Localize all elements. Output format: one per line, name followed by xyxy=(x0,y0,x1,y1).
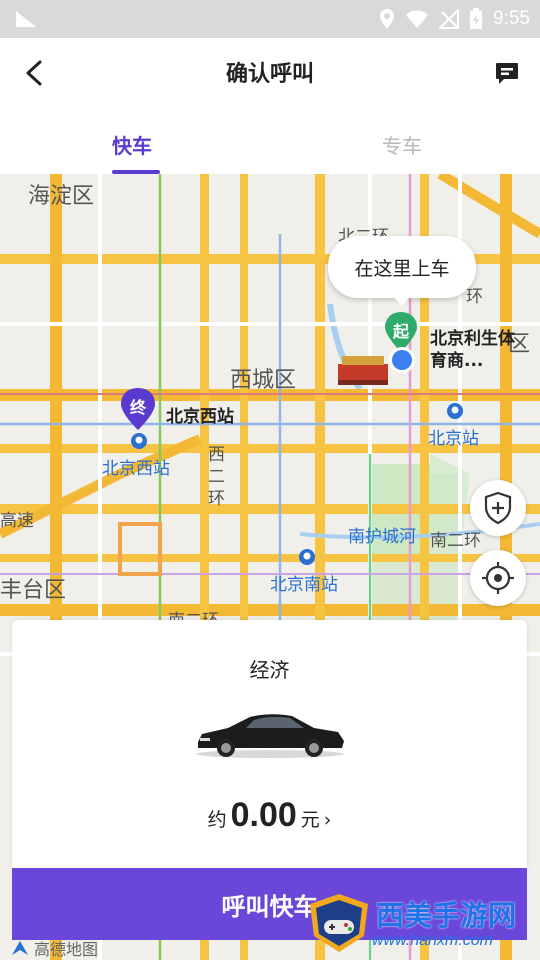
app-notification-icon xyxy=(16,11,36,27)
shield-plus-icon xyxy=(484,491,512,525)
site-watermark: 西美手游网 www.hanxm.com xyxy=(306,892,532,956)
map-provider-text: 高德地图 xyxy=(34,940,99,959)
price-prefix: 约 xyxy=(207,809,227,831)
price-value: 0.00 xyxy=(230,796,297,834)
map-district-label: 西城区 xyxy=(230,368,297,393)
locate-me-button[interactable] xyxy=(470,550,526,606)
crosshair-icon xyxy=(482,562,514,594)
sedan-car-icon xyxy=(196,714,344,758)
map-district-label: 海淀区 xyxy=(28,184,95,209)
battery-icon xyxy=(470,8,483,29)
wifi-icon xyxy=(406,10,429,28)
pickup-pin-label: 起 xyxy=(392,322,409,341)
station-label: 北京站 xyxy=(428,429,479,449)
train-station-icon xyxy=(131,433,147,449)
ride-type-tabs: 快车 专车 xyxy=(0,108,540,174)
gaode-logo-icon xyxy=(12,941,28,955)
destination-poi-label: 北京西站 xyxy=(166,407,234,427)
tab-premier[interactable]: 专车 xyxy=(382,130,422,159)
map-provider-logo: 高德地图 xyxy=(10,936,98,960)
fare-price[interactable]: 约 0.00 元 › xyxy=(12,796,527,835)
fare-estimate-card: 经济 约 0.00 元 › xyxy=(12,620,527,870)
pickup-here-bubble[interactable]: 在这里上车 xyxy=(328,236,476,306)
status-bar: 9:55 xyxy=(0,0,540,38)
destination-pin-label: 终 xyxy=(129,398,146,417)
train-station-icon xyxy=(447,403,463,419)
map-river-label: 南护城河 xyxy=(348,527,416,547)
status-time: 9:55 xyxy=(493,8,530,29)
page-title: 确认呼叫 xyxy=(225,62,314,87)
station-label: 北京西站 xyxy=(102,459,170,479)
price-unit: 元 xyxy=(300,809,320,831)
car-type-label: 经济 xyxy=(249,658,290,682)
no-signal-icon xyxy=(439,9,460,29)
watermark-url: www.hanxm.com xyxy=(372,932,493,949)
current-location-dot xyxy=(389,347,415,373)
message-icon[interactable] xyxy=(494,60,520,86)
safety-shield-button[interactable] xyxy=(470,480,526,536)
location-icon xyxy=(380,9,395,29)
map-road-label: 高速 xyxy=(0,511,34,531)
pickup-poi-label: 北京利生体育商... xyxy=(430,329,515,371)
top-bar: 确认呼叫 xyxy=(0,38,540,108)
gamepad-shield-icon xyxy=(310,894,368,952)
map-district-label: 丰台区 xyxy=(0,578,67,603)
chevron-right-icon[interactable]: › xyxy=(324,809,332,831)
tab-express[interactable]: 快车 xyxy=(112,130,152,159)
watermark-text: 西美手游网 xyxy=(376,899,517,932)
station-label: 北京南站 xyxy=(270,575,338,595)
map-road-label: 西二环 xyxy=(208,445,225,509)
train-station-icon xyxy=(299,549,315,565)
